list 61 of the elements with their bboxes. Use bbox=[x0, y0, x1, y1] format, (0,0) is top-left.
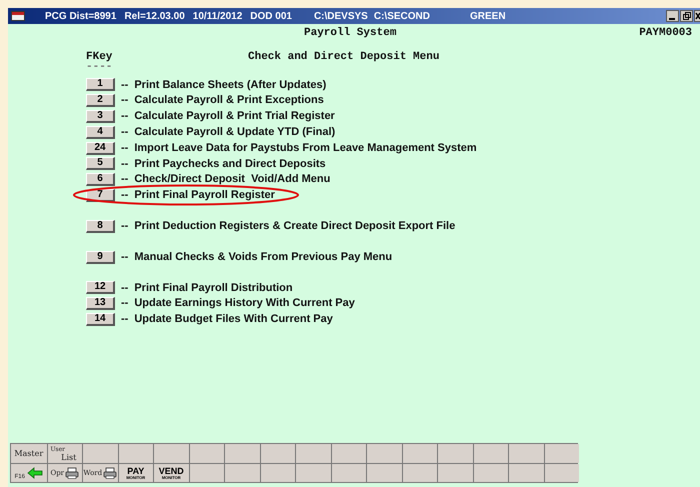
menu-option[interactable]: Print Balance Sheets (After Updates) bbox=[134, 76, 326, 94]
menu-option[interactable]: Print Deduction Registers & Create Direct Deposit Export File bbox=[134, 218, 456, 235]
fkey-button[interactable]: 3 bbox=[86, 110, 115, 123]
system-title: Payroll System bbox=[304, 26, 396, 41]
dash-separator: -- bbox=[121, 280, 128, 296]
dash-separator: -- bbox=[121, 312, 128, 328]
menu-option[interactable]: Import Leave Data for Paystubs From Leave Management System bbox=[134, 140, 477, 156]
menu-option[interactable]: Print Paychecks and Direct Deposits bbox=[134, 156, 326, 172]
fkey-button[interactable]: 8 bbox=[86, 220, 115, 233]
fkey-button[interactable]: 9 bbox=[86, 250, 115, 264]
printer-icon bbox=[103, 467, 118, 479]
fkey-button[interactable]: 24 bbox=[86, 142, 115, 155]
fkey-button[interactable]: 6 bbox=[86, 173, 115, 186]
dash-separator: -- bbox=[121, 93, 128, 108]
menu-option[interactable]: Update Earnings History With Current Pay bbox=[134, 295, 355, 312]
app-icon bbox=[11, 11, 25, 21]
toolbar-label: VEND bbox=[158, 466, 184, 474]
title-text: PCG Dist=8991 bbox=[45, 10, 116, 24]
menu-option[interactable]: Print Final Payroll Register bbox=[134, 187, 275, 204]
printer-icon bbox=[65, 467, 80, 479]
dash-separator: -- bbox=[121, 78, 128, 93]
dash-separator: -- bbox=[121, 188, 128, 204]
fkey-button[interactable]: 1 bbox=[86, 78, 115, 92]
fkey-rule: ---- bbox=[86, 63, 114, 71]
menu-title: Check and Direct Deposit Menu bbox=[248, 51, 440, 65]
dash-separator: -- bbox=[121, 250, 128, 265]
menu-option[interactable]: Calculate Payroll & Print Trial Register bbox=[134, 108, 335, 125]
dash-separator: -- bbox=[121, 172, 128, 188]
menu-option[interactable]: Calculate Payroll & Print Exceptions bbox=[134, 92, 324, 109]
fkey-button[interactable]: 5 bbox=[86, 157, 115, 170]
fkey-button[interactable]: 12 bbox=[86, 281, 115, 294]
title-text: 10/11/2012 bbox=[192, 10, 242, 24]
menu-option[interactable]: Calculate Payroll & Update YTD (Final) bbox=[134, 124, 336, 141]
toolbar-label: Master bbox=[14, 448, 44, 460]
toolbar-button[interactable]: Master bbox=[11, 444, 46, 463]
screen-id: PAYM0003 bbox=[639, 26, 692, 41]
title-text: C:\DEVSYS bbox=[314, 10, 368, 24]
fkey-button[interactable]: 14 bbox=[86, 312, 115, 326]
title-text: C:\SECOND bbox=[374, 10, 430, 24]
dash-separator: -- bbox=[121, 125, 128, 140]
toolbar-label: List bbox=[61, 454, 76, 462]
menu-option[interactable]: Update Budget Files With Current Pay bbox=[134, 311, 333, 328]
toolbar-label: PAY bbox=[127, 466, 144, 474]
fkey-button[interactable]: 2 bbox=[86, 94, 115, 108]
dash-separator: -- bbox=[121, 219, 128, 234]
menu-option[interactable]: Check/Direct Deposit Void/Add Menu bbox=[134, 171, 330, 188]
title-text: GREEN bbox=[470, 10, 506, 24]
fkey-heading: FKey bbox=[86, 51, 114, 63]
title-text: DOD 001 bbox=[250, 10, 292, 24]
menu-option[interactable]: Print Final Payroll Distribution bbox=[134, 280, 293, 296]
fkey-button[interactable]: 13 bbox=[86, 297, 115, 310]
dash-separator: -- bbox=[121, 296, 128, 312]
minimize-icon[interactable] bbox=[666, 10, 679, 22]
menu-option[interactable]: Manual Checks & Voids From Previous Pay Menu bbox=[134, 248, 392, 266]
dash-separator: -- bbox=[121, 156, 128, 172]
dash-separator: -- bbox=[121, 109, 128, 124]
dash-separator: -- bbox=[121, 140, 128, 156]
close-icon[interactable] bbox=[694, 10, 700, 22]
title-text: Rel=12.03.00 bbox=[124, 10, 185, 24]
fkey-button[interactable]: 4 bbox=[86, 126, 115, 139]
left-arrow-icon bbox=[26, 467, 43, 479]
